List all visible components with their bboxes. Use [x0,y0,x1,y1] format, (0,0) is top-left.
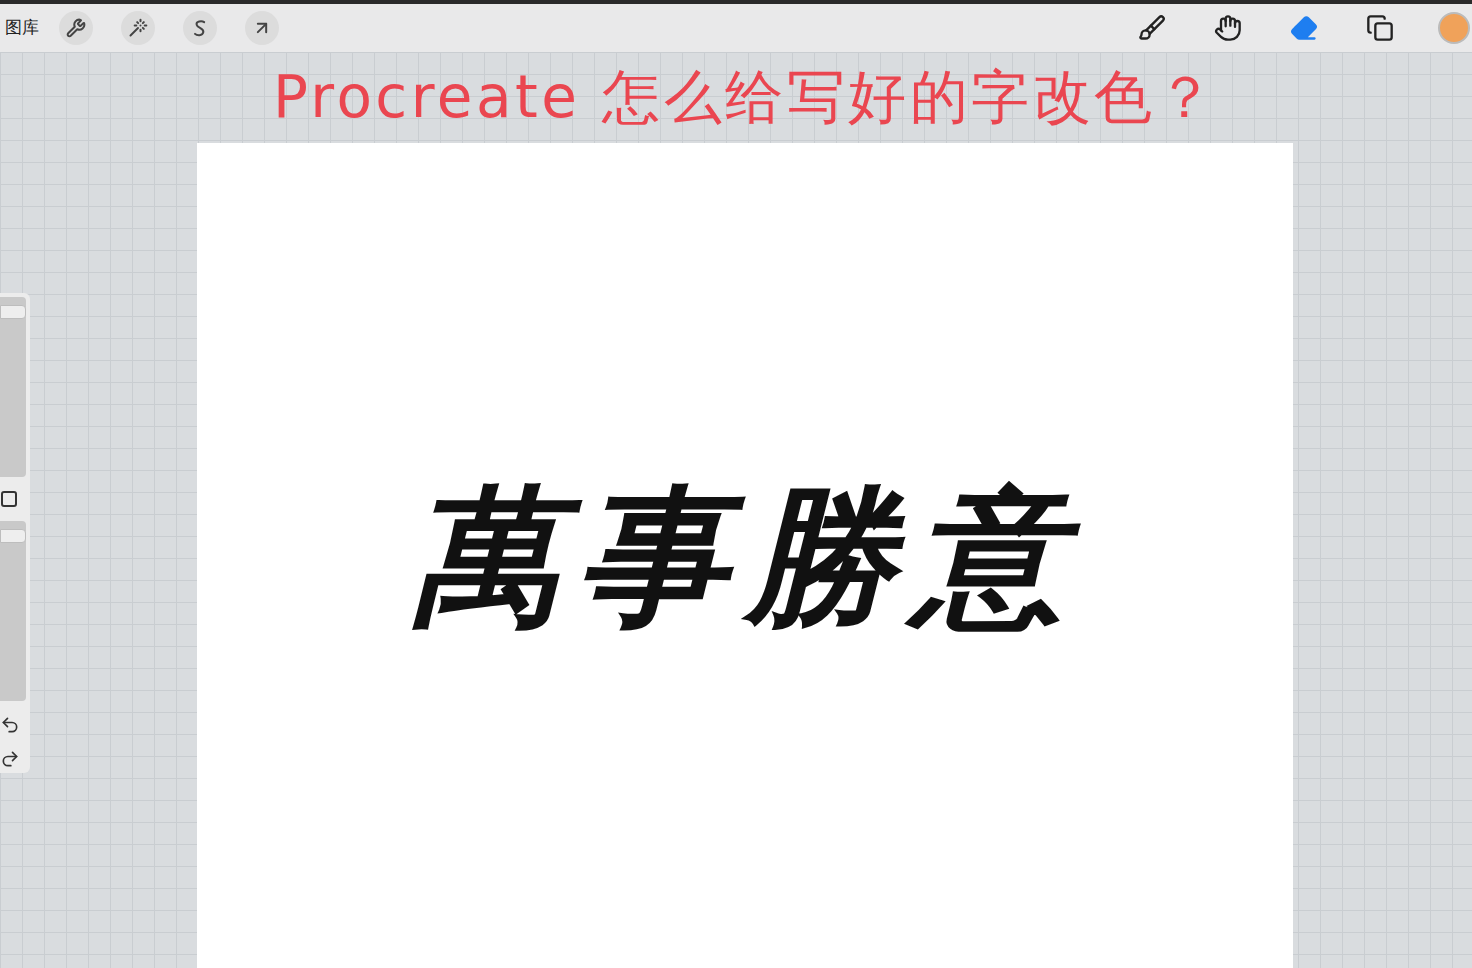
magic-wand-icon [128,18,148,38]
layers-tool[interactable] [1362,10,1398,46]
calligraphy-artwork: 萬事勝意 [409,466,1081,646]
tool-button[interactable] [245,11,279,45]
canvas[interactable]: 萬事勝意 [197,143,1293,968]
title-annotation: Procreate 怎么给写好的字改色？ [273,63,1217,133]
modify-button[interactable] [1,491,17,507]
slider-thumb[interactable] [0,305,26,319]
color-swatch[interactable] [1438,12,1470,44]
top-toolbar: 图库 [0,0,1472,52]
smudge-icon [1214,14,1242,42]
brush-tool[interactable] [1134,10,1170,46]
transform-arrow-icon [252,18,272,38]
brush-size-slider[interactable] [0,297,26,477]
smudge-tool[interactable] [1210,10,1246,46]
layers-icon [1366,14,1394,42]
procreate-app: 图库 Procreate 怎么给写好的字改色？ 萬事勝意 [0,0,1472,968]
tool-button[interactable] [183,11,217,45]
eraser-tool[interactable] [1286,10,1322,46]
tool-button[interactable] [121,11,155,45]
gallery-button[interactable]: 图库 [5,15,39,41]
brush-icon [1138,14,1166,42]
selection-icon [190,18,210,38]
undo-icon[interactable] [0,715,20,735]
tool-button[interactable] [59,11,93,45]
redo-icon[interactable] [0,749,20,769]
title-annotation-row: Procreate 怎么给写好的字改色？ [197,52,1293,143]
side-panel [0,293,30,773]
eraser-icon [1290,14,1318,42]
wrench-icon [66,18,86,38]
opacity-slider[interactable] [0,521,26,701]
slider-thumb[interactable] [0,529,26,543]
workspace: Procreate 怎么给写好的字改色？ 萬事勝意 [0,52,1472,968]
